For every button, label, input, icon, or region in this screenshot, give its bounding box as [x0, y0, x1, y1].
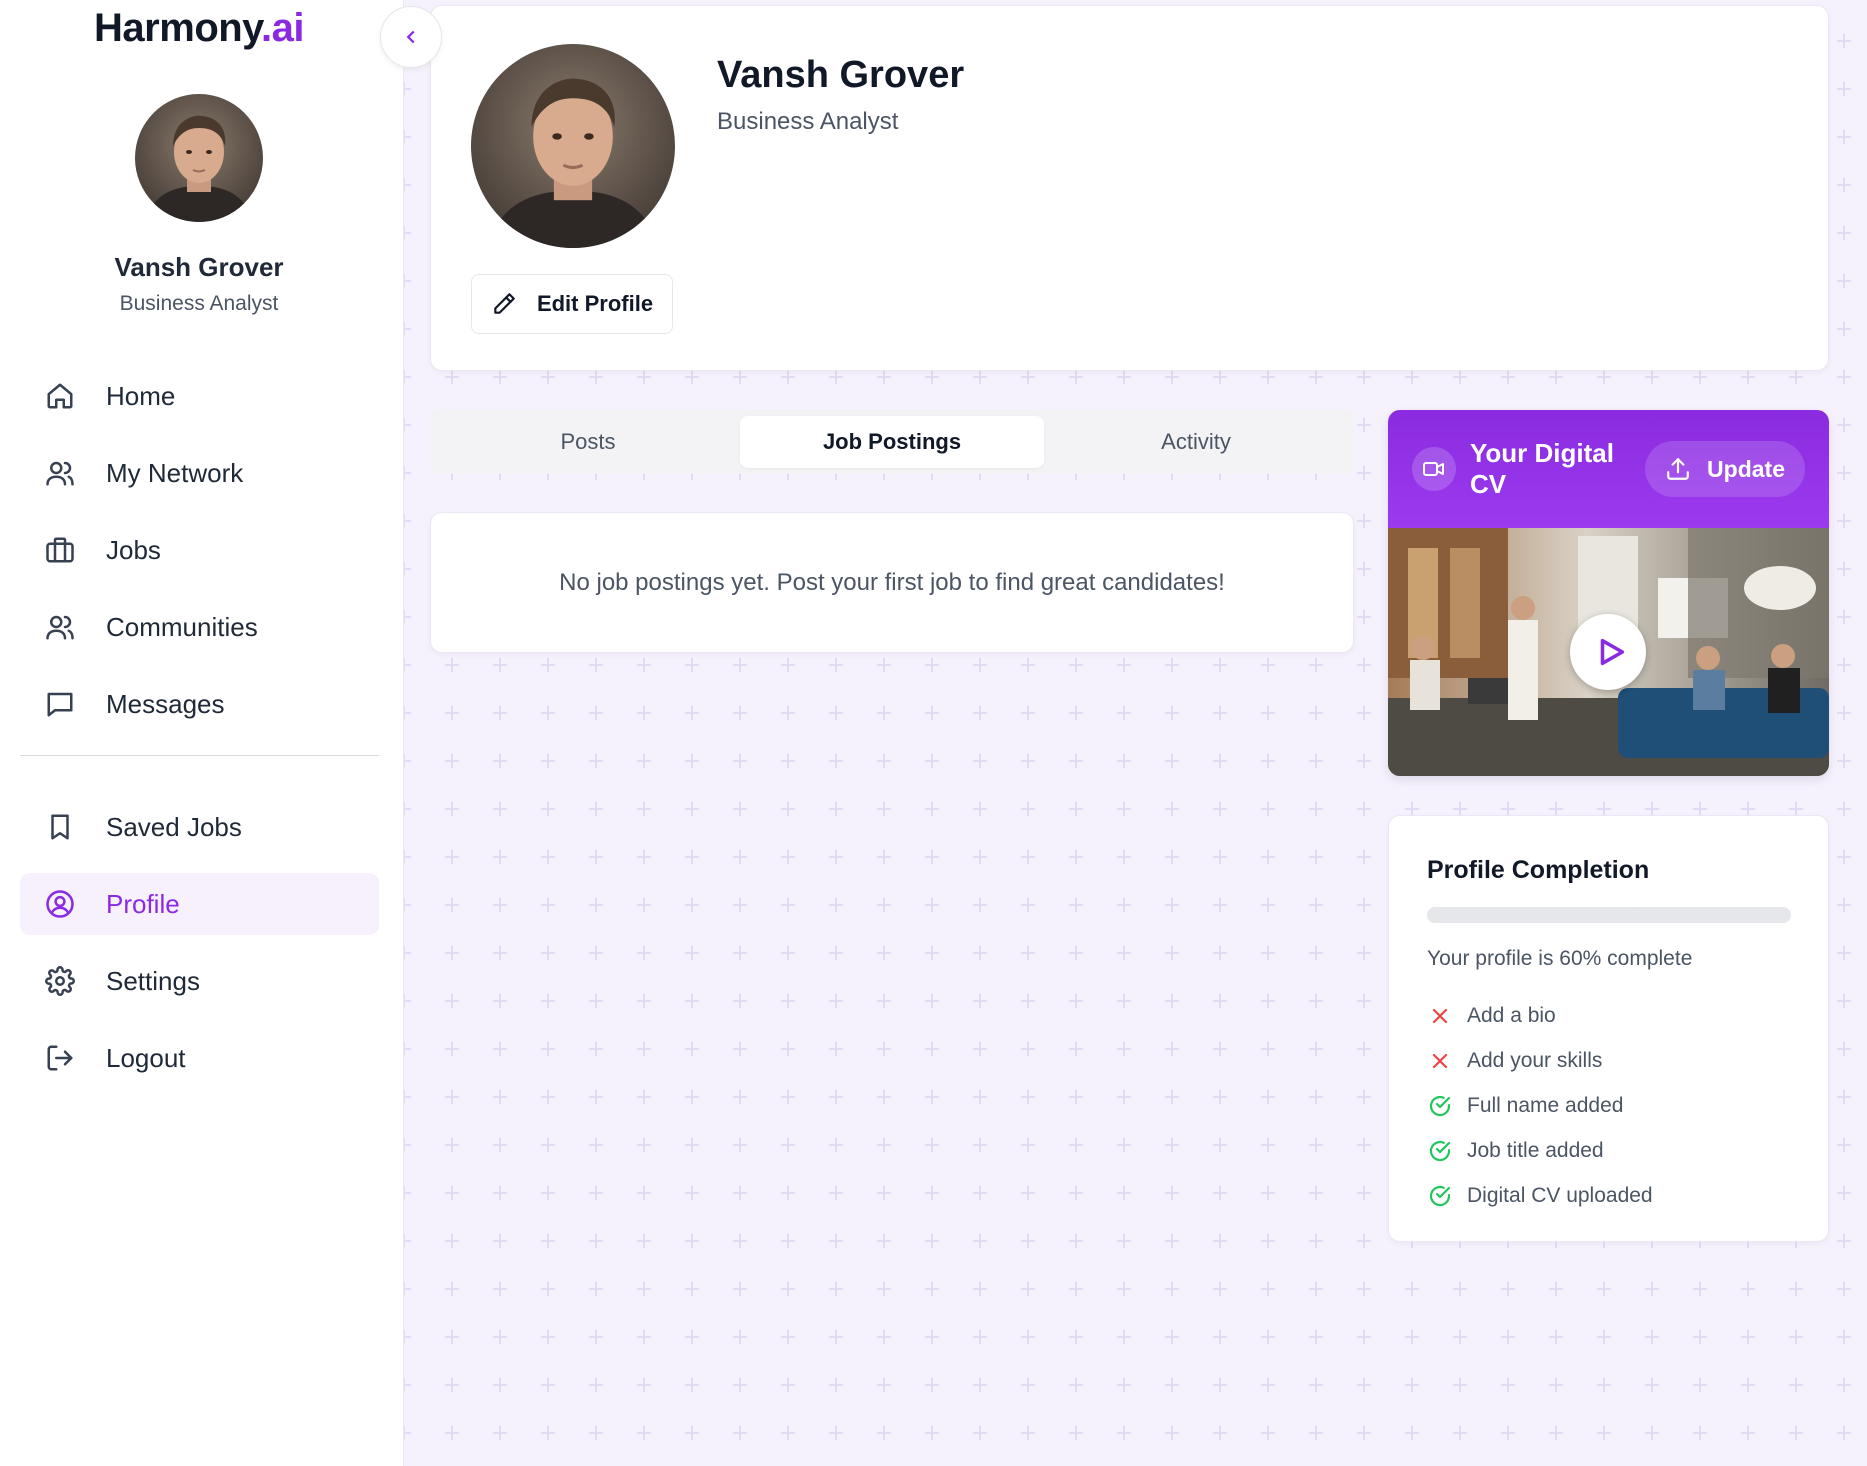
- edit-profile-label: Edit Profile: [536, 291, 654, 316]
- digital-cv-video[interactable]: [1388, 528, 1829, 776]
- list-item: Full name added: [1427, 1083, 1790, 1128]
- sidebar-divider: [20, 755, 379, 756]
- check-circle-icon: [1427, 1093, 1453, 1119]
- checklist-label: Job title added: [1467, 1138, 1604, 1162]
- sidebar-item-my-network[interactable]: My Network: [20, 442, 379, 504]
- sidebar-item-profile[interactable]: Profile: [20, 873, 379, 935]
- sidebar-user-name: Vansh Grover: [114, 252, 284, 282]
- profile-completion-progress: [1427, 907, 1791, 923]
- sidebar-item-logout[interactable]: Logout: [20, 1027, 379, 1089]
- sidebar-item-label: Logout: [106, 1042, 186, 1073]
- play-video-button[interactable]: [1570, 614, 1646, 690]
- user-circle-icon: [44, 888, 76, 920]
- checklist-label: Full name added: [1467, 1093, 1624, 1117]
- sidebar-item-settings[interactable]: Settings: [20, 950, 379, 1012]
- check-circle-icon: [1427, 1183, 1453, 1209]
- digital-cv-card: Your Digital CV Update: [1388, 410, 1829, 776]
- profile-avatar[interactable]: [471, 44, 675, 248]
- digital-cv-title: Your Digital CV: [1470, 438, 1614, 499]
- digital-cv-header: Your Digital CV Update: [1388, 410, 1829, 528]
- profile-name: Vansh Grover: [717, 54, 965, 96]
- avatar[interactable]: [135, 94, 263, 222]
- empty-state-message: No job postings yet. Post your first job…: [559, 568, 1225, 596]
- sidebar-item-label: Communities: [106, 611, 258, 642]
- brand-suffix: .ai: [260, 6, 304, 50]
- sidebar-item-home[interactable]: Home: [20, 365, 379, 427]
- briefcase-icon: [44, 534, 76, 566]
- chevron-left-icon: [406, 30, 415, 44]
- brand-name: Harmony: [94, 6, 261, 50]
- checklist-label: Add a bio: [1467, 1003, 1556, 1027]
- sidebar-user-role: Business Analyst: [119, 292, 279, 315]
- avatar-photo: [471, 44, 675, 248]
- upload-icon: [1667, 458, 1689, 480]
- collapse-sidebar-button[interactable]: [380, 6, 442, 68]
- profile-header-card: Vansh Grover Business Analyst Edit Profi…: [430, 5, 1829, 371]
- profile-completion-title: Profile Completion: [1427, 856, 1650, 884]
- list-item: Job title added: [1427, 1128, 1790, 1173]
- x-icon: [1427, 1048, 1453, 1074]
- sidebar-item-label: Messages: [106, 688, 225, 719]
- profile-completion-status: Your profile is 60% complete: [1427, 947, 1693, 970]
- sidebar-item-label: Saved Jobs: [106, 811, 242, 842]
- users-icon: [44, 457, 76, 489]
- update-cv-button[interactable]: Update: [1645, 441, 1805, 497]
- profile-tabs: Posts Job Postings Activity: [430, 410, 1354, 474]
- profile-role: Business Analyst: [717, 108, 899, 135]
- brand-logo[interactable]: Harmony.ai: [0, 6, 398, 51]
- logout-icon: [44, 1042, 76, 1074]
- main-content: Vansh Grover Business Analyst Edit Profi…: [404, 0, 1867, 1466]
- tab-posts[interactable]: Posts: [436, 416, 740, 468]
- message-icon: [44, 688, 76, 720]
- tab-activity[interactable]: Activity: [1044, 416, 1348, 468]
- gear-icon: [44, 965, 76, 997]
- sidebar-item-label: Jobs: [106, 534, 161, 565]
- update-cv-label: Update: [1707, 455, 1785, 482]
- sidebar-item-label: Home: [106, 380, 176, 411]
- sidebar-item-saved-jobs[interactable]: Saved Jobs: [20, 796, 379, 858]
- home-icon: [44, 380, 76, 412]
- profile-completion-card: Profile Completion Your profile is 60% c…: [1388, 815, 1829, 1242]
- list-item: Add your skills: [1427, 1038, 1790, 1083]
- sidebar-item-label: Settings: [106, 965, 200, 996]
- list-item: Digital CV uploaded: [1427, 1173, 1790, 1218]
- sidebar-item-label: Profile: [106, 888, 180, 919]
- check-circle-icon: [1427, 1138, 1453, 1164]
- app-root: Harmony.ai Vansh Grover Business Analyst: [0, 0, 1867, 1466]
- sidebar-nav: Home My Network Jobs Communities Message…: [20, 365, 379, 1104]
- avatar-photo: [135, 94, 263, 222]
- list-item: Add a bio: [1427, 993, 1790, 1038]
- x-icon: [1427, 1003, 1453, 1029]
- sidebar-item-label: My Network: [106, 457, 244, 488]
- checklist-label: Digital CV uploaded: [1467, 1183, 1653, 1207]
- sidebar-item-jobs[interactable]: Jobs: [20, 519, 379, 581]
- play-icon: [1600, 638, 1624, 666]
- users-icon: [44, 611, 76, 643]
- sidebar-item-messages[interactable]: Messages: [20, 673, 379, 735]
- pencil-icon: [494, 293, 515, 314]
- sidebar: Harmony.ai Vansh Grover Business Analyst: [0, 0, 404, 1466]
- progress-fill: [1427, 907, 1646, 923]
- tab-job-postings[interactable]: Job Postings: [740, 416, 1044, 468]
- video-camera-icon: [1412, 447, 1456, 491]
- checklist-label: Add your skills: [1467, 1048, 1603, 1072]
- edit-profile-button[interactable]: Edit Profile: [471, 274, 673, 334]
- sidebar-item-communities[interactable]: Communities: [20, 596, 379, 658]
- profile-completion-checklist: Add a bio Add your skills Full name adde…: [1427, 993, 1790, 1218]
- job-postings-empty-card: No job postings yet. Post your first job…: [430, 512, 1354, 653]
- bookmark-icon: [44, 811, 76, 843]
